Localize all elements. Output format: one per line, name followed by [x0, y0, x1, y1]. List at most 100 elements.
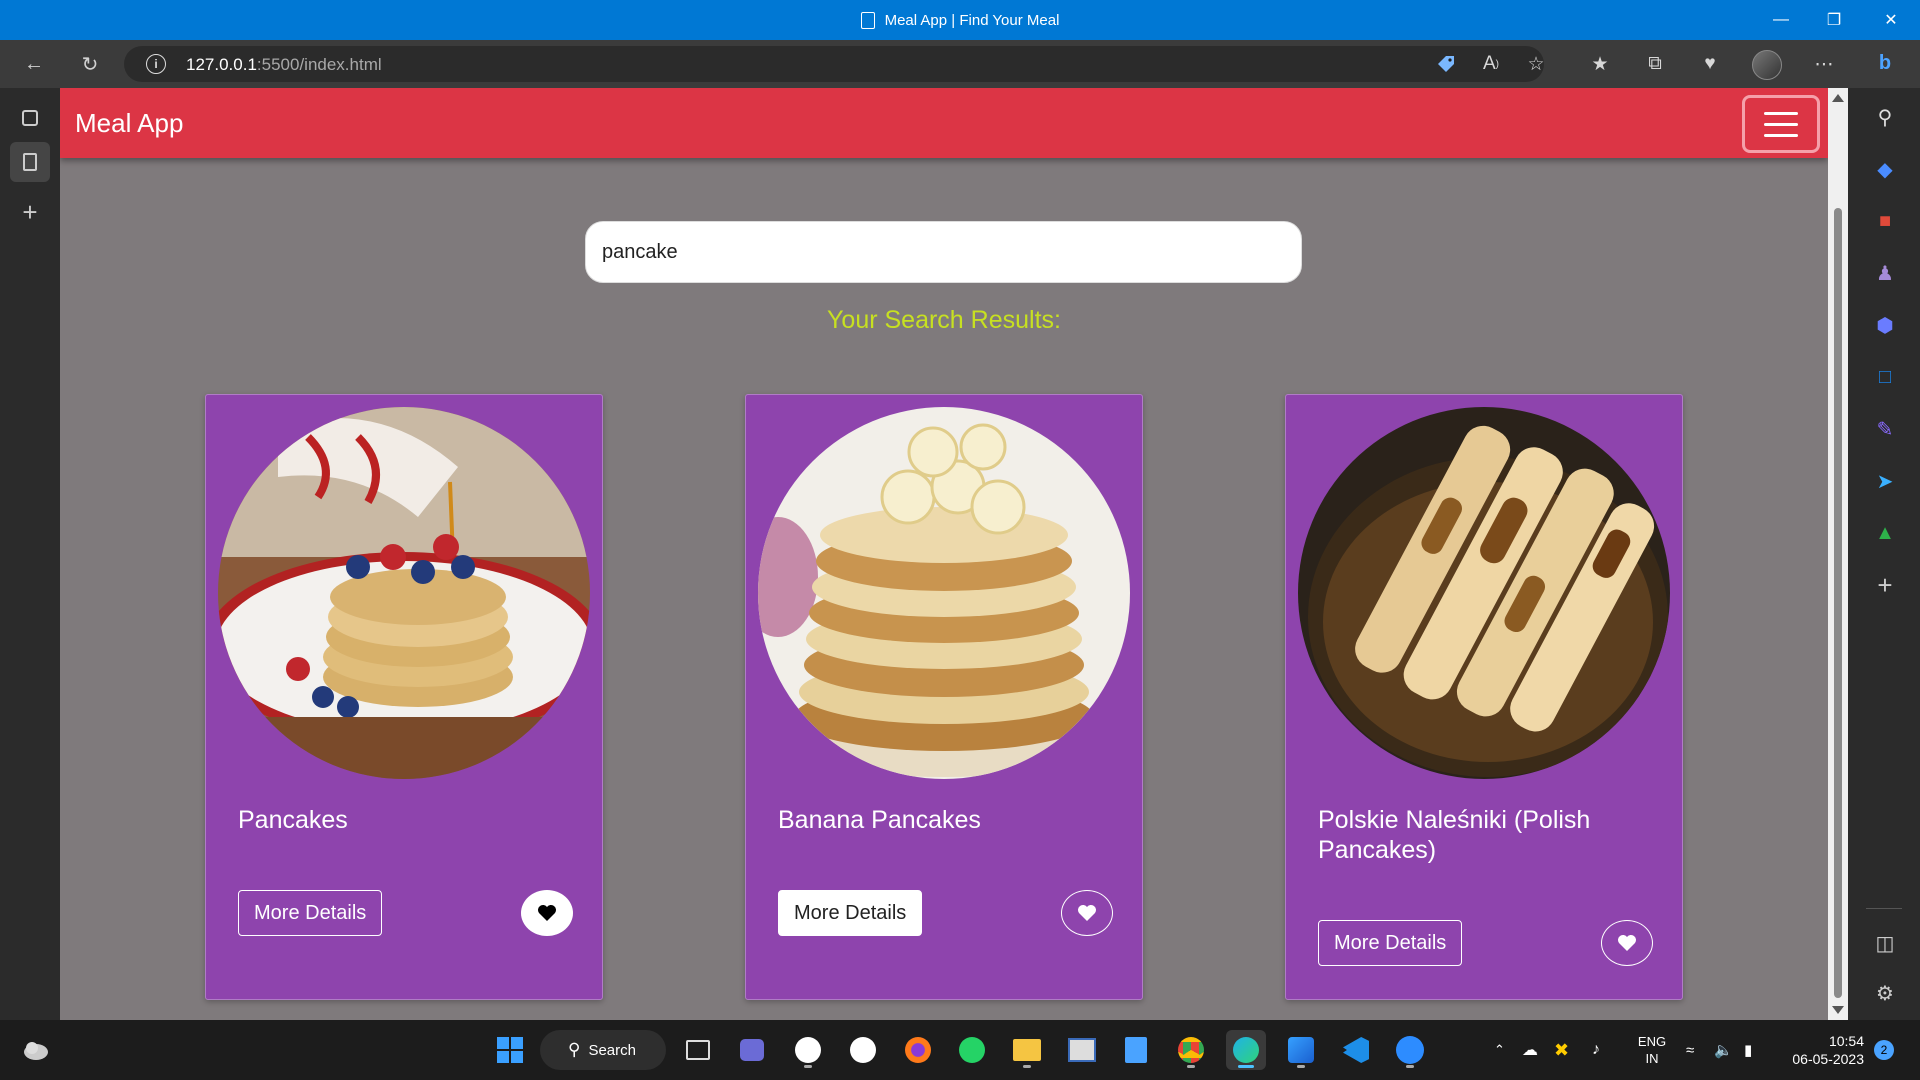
new-tab-icon[interactable]: +	[10, 192, 50, 232]
heart-icon	[538, 905, 556, 921]
site-info-icon[interactable]: i	[146, 54, 166, 74]
browser-toolbar: ← ↻ i 127.0.0.1:5500/index.html A) ☆ ★ ⧉…	[0, 40, 1920, 88]
firefox-icon[interactable]	[898, 1030, 938, 1070]
chrome-icon[interactable]	[1171, 1030, 1211, 1070]
results-heading: Your Search Results:	[827, 306, 1061, 334]
tray-app-icon[interactable]: ✖	[1554, 1020, 1569, 1080]
scrollbar-thumb[interactable]	[1834, 208, 1842, 998]
clock-date: 06-05-2023	[1792, 1051, 1864, 1067]
maximize-button[interactable]: ❐	[1809, 0, 1859, 40]
add-sidebar-app-icon[interactable]: +	[1870, 570, 1900, 600]
profile-avatar[interactable]	[1752, 50, 1782, 80]
page-scrollbar[interactable]	[1828, 88, 1848, 1020]
volume-icon[interactable]: 🔈	[1714, 1020, 1733, 1080]
lang-line1: ENG	[1637, 1034, 1667, 1049]
refresh-button[interactable]: ↻	[72, 48, 108, 80]
start-windows-icon[interactable]	[490, 1030, 530, 1070]
taskbar-search[interactable]: ⚲ Search	[540, 1030, 666, 1070]
meal-card: Polskie Naleśniki (Polish Pancakes) More…	[1285, 394, 1683, 1000]
teams-chat-icon[interactable]	[732, 1030, 772, 1070]
vertical-tabs-bar: +	[0, 88, 60, 1020]
favorite-button[interactable]	[1061, 890, 1113, 936]
weather-icon[interactable]	[16, 1030, 56, 1070]
document-icon	[860, 11, 875, 29]
lang-line2: IN	[1645, 1051, 1659, 1066]
window-title: Meal App | Find Your Meal	[0, 0, 1920, 40]
tree-icon[interactable]: ▲	[1870, 518, 1900, 548]
bing-copilot-icon[interactable]: b	[1870, 48, 1900, 78]
heart-icon	[1078, 905, 1096, 921]
collections-icon[interactable]: ⧉	[1637, 48, 1673, 80]
meal-card: Banana Pancakes More Details	[745, 394, 1143, 1000]
add-favorite-icon[interactable]: ☆	[1518, 48, 1554, 80]
onedrive-icon[interactable]: ☁	[1522, 1020, 1538, 1080]
meal-name: Pancakes	[238, 806, 348, 834]
favorites-icon[interactable]: ★	[1582, 48, 1618, 80]
clock-time: 10:54	[1828, 1033, 1864, 1049]
close-window-button[interactable]: ✕	[1866, 0, 1916, 40]
active-tab-icon[interactable]	[10, 142, 50, 182]
read-aloud-icon[interactable]: A)	[1473, 48, 1509, 80]
github-desktop-icon[interactable]	[788, 1030, 828, 1070]
browser-essentials-icon[interactable]: ♥	[1692, 48, 1728, 80]
notepad-icon[interactable]	[1116, 1030, 1156, 1070]
vscode-icon[interactable]	[1336, 1030, 1376, 1070]
notification-badge[interactable]: 2	[1874, 1020, 1894, 1080]
coupon-tag-icon[interactable]	[1428, 48, 1464, 80]
window-titlebar: Meal App | Find Your Meal — ❐ ✕	[0, 0, 1920, 40]
meal-name: Polskie Naleśniki (Polish Pancakes)	[1318, 806, 1591, 864]
meal-card: Pancakes More Details	[205, 394, 603, 1000]
meal-name: Banana Pancakes	[778, 806, 981, 834]
meal-image-pancakes	[218, 407, 590, 779]
file-explorer-icon[interactable]	[1007, 1030, 1047, 1070]
designer-icon[interactable]: ✎	[1870, 414, 1900, 444]
photos-icon[interactable]	[1281, 1030, 1321, 1070]
heart-icon	[1618, 935, 1636, 951]
address-bar[interactable]: i 127.0.0.1:5500/index.html	[124, 46, 1544, 82]
zoom-icon[interactable]	[1390, 1030, 1430, 1070]
games-icon[interactable]: ♟	[1870, 258, 1900, 288]
whatsapp-icon[interactable]	[952, 1030, 992, 1070]
microsoft365-icon[interactable]: ⬢	[1870, 310, 1900, 340]
tab-actions-icon[interactable]	[10, 98, 50, 138]
scroll-up-arrow-icon[interactable]	[1832, 94, 1844, 102]
favorite-button[interactable]	[521, 890, 573, 936]
language-indicator[interactable]: ENG IN	[1632, 1020, 1672, 1080]
clock[interactable]: 10:54 06-05-2023	[1780, 1020, 1864, 1080]
tools-icon[interactable]: ■	[1870, 206, 1900, 236]
scroll-down-arrow-icon[interactable]	[1832, 1006, 1844, 1014]
window-title-text: Meal App | Find Your Meal	[884, 11, 1060, 29]
back-button[interactable]: ←	[16, 48, 52, 80]
more-details-button[interactable]: More Details	[778, 890, 923, 936]
sidebar-divider	[1866, 908, 1902, 909]
more-details-button[interactable]: More Details	[1318, 920, 1463, 966]
navbar: Meal App	[60, 88, 1828, 158]
task-view-icon[interactable]	[678, 1030, 718, 1070]
meal-image-banana-pancakes	[758, 407, 1130, 779]
shopping-tag-icon[interactable]: ◆	[1870, 154, 1900, 184]
minimize-button[interactable]: —	[1756, 0, 1806, 40]
drop-icon[interactable]: ➤	[1870, 466, 1900, 496]
windows-taskbar: ⚲ Search ⌃ ☁ ✖ ♪ ENG IN ≈ 🔈 ▮ 10:54 06-0…	[0, 1020, 1920, 1080]
github-icon[interactable]	[843, 1030, 883, 1070]
meal-search-input[interactable]	[585, 221, 1302, 283]
microphone-icon[interactable]: ♪	[1592, 1020, 1600, 1080]
search-icon[interactable]: ⚲	[1870, 102, 1900, 132]
browser-sidebar: b ⚲ ◆ ■ ♟ ⬢ □ ✎ ➤ ▲ + ◫ ⚙	[1848, 52, 1920, 1020]
tray-overflow-icon[interactable]: ⌃	[1494, 1020, 1505, 1080]
more-details-button[interactable]: More Details	[238, 890, 383, 936]
outlook-icon[interactable]: □	[1870, 362, 1900, 392]
taskbar-search-label: Search	[588, 1041, 636, 1059]
meal-image-polish-pancakes	[1298, 407, 1670, 779]
menu-toggle-button[interactable]	[1742, 95, 1820, 153]
wifi-icon[interactable]: ≈	[1686, 1020, 1694, 1080]
brand-title[interactable]: Meal App	[75, 108, 183, 139]
battery-icon[interactable]: ▮	[1744, 1020, 1752, 1080]
edge-icon[interactable]	[1226, 1030, 1266, 1070]
more-menu-icon[interactable]: ⋯	[1806, 48, 1842, 80]
image-app-icon[interactable]	[1062, 1030, 1102, 1070]
url-text[interactable]: 127.0.0.1:5500/index.html	[186, 55, 382, 75]
favorite-button[interactable]	[1601, 920, 1653, 966]
hide-sidebar-icon[interactable]: ◫	[1870, 928, 1900, 958]
settings-gear-icon[interactable]: ⚙	[1870, 978, 1900, 1008]
